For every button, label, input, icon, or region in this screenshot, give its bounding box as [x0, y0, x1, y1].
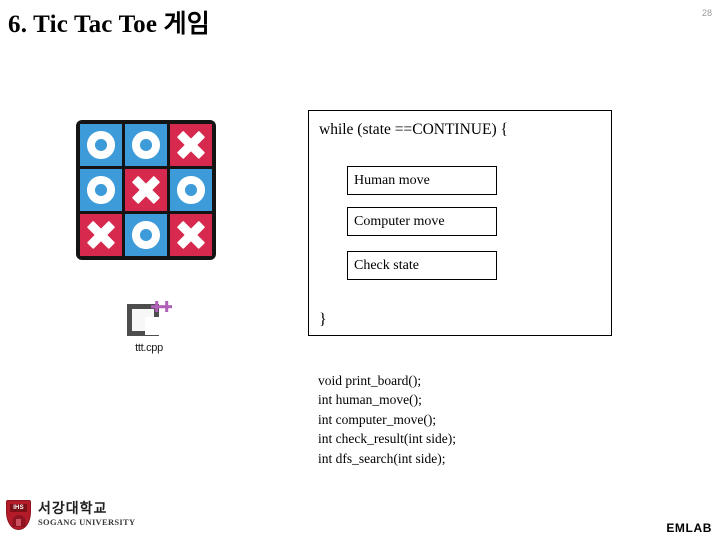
- step-label: Human move: [354, 172, 430, 188]
- step-box-computer-move: Computer move: [347, 207, 497, 236]
- while-loop-box: while (state ==CONTINUE) { Human move Co…: [308, 110, 612, 336]
- board-cell: [125, 169, 167, 211]
- x-mark-icon: [175, 219, 206, 250]
- board-cell: [170, 124, 212, 166]
- closing-brace-label: }: [319, 311, 327, 328]
- source-file-icon-figure: ttt.cpp: [120, 300, 178, 354]
- x-mark-icon: [85, 219, 116, 250]
- cpp-file-icon: [126, 300, 172, 340]
- o-mark-icon: [87, 176, 115, 204]
- file-name-label: ttt.cpp: [135, 342, 163, 354]
- prototype-line: int human_move();: [318, 392, 422, 408]
- page-number: 28: [701, 8, 712, 18]
- x-mark-icon: [175, 129, 206, 160]
- page-title: 6. Tic Tac Toe 게임: [8, 11, 211, 38]
- step-label: Check state: [354, 257, 419, 273]
- tic-tac-toe-board-image: [76, 120, 216, 260]
- o-mark-icon: [87, 131, 115, 159]
- step-label: Computer move: [354, 213, 445, 229]
- while-condition-label: while (state ==CONTINUE) {: [319, 121, 508, 138]
- crest-emblem-icon: [12, 515, 25, 527]
- prototype-line: void print_board();: [318, 373, 422, 388]
- lab-name-label: EMLAB: [666, 521, 712, 535]
- step-box-check-state: Check state: [347, 251, 497, 280]
- board-cell: [80, 124, 122, 166]
- prototype-line: int computer_move();: [318, 411, 437, 427]
- o-mark-icon: [177, 176, 205, 204]
- prototype-line: int check_result(int side);: [318, 431, 456, 447]
- university-name-en: SOGANG UNIVERSITY: [38, 517, 136, 528]
- o-mark-icon: [132, 221, 160, 249]
- board-cell: [80, 214, 122, 256]
- board-cell: [125, 214, 167, 256]
- board-cell: [125, 124, 167, 166]
- x-mark-icon: [130, 174, 161, 205]
- o-mark-icon: [132, 131, 160, 159]
- university-name-kr: 서강대학교: [38, 501, 108, 517]
- board-cell: [170, 214, 212, 256]
- university-logo: IHS 서강대학교 SOGANG UNIVERSITY: [6, 500, 135, 530]
- crest-motto-label: IHS: [10, 503, 27, 512]
- function-prototype-list: void print_board(); int human_move(); in…: [318, 371, 456, 468]
- board-cell: [80, 169, 122, 211]
- step-box-human-move: Human move: [347, 166, 497, 195]
- prototype-line: int dfs_search(int side);: [318, 450, 446, 466]
- plus-icon: [160, 300, 173, 313]
- board-grid: [76, 120, 216, 260]
- board-cell: [170, 169, 212, 211]
- university-crest-icon: IHS: [6, 500, 31, 530]
- university-wordmark: 서강대학교 SOGANG UNIVERSITY: [38, 501, 136, 528]
